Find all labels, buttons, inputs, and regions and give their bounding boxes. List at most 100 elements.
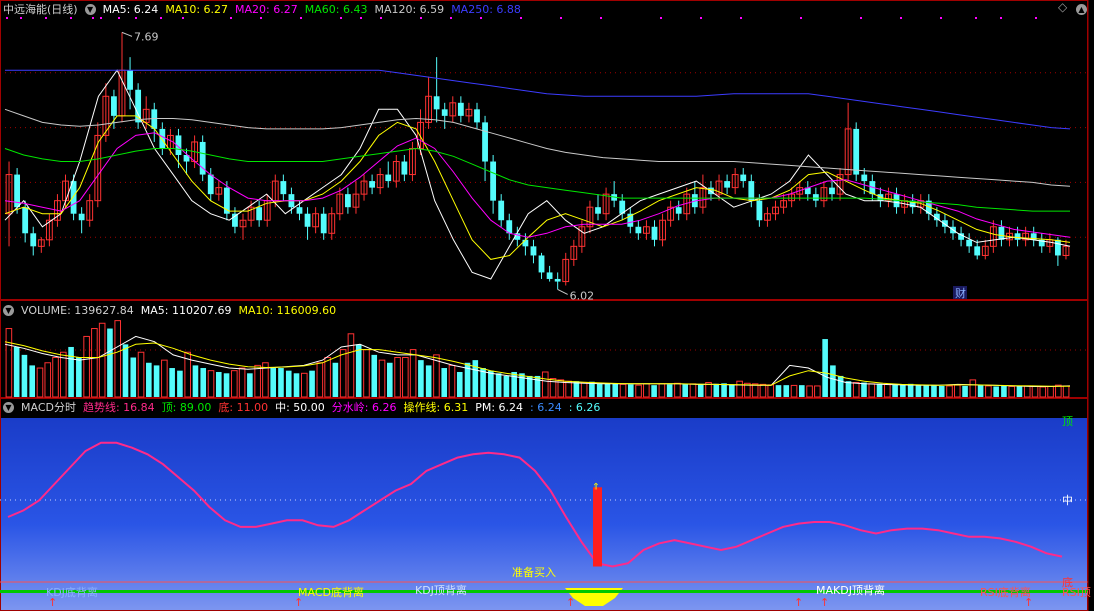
marker-dot (660, 17, 662, 19)
volume-bar (387, 362, 393, 397)
marker-dot (340, 17, 342, 19)
volume-bar (441, 368, 448, 397)
volume-bar (759, 383, 767, 398)
marker-dot (480, 17, 482, 19)
volume-frame (0, 300, 1088, 398)
volume-bar (907, 383, 914, 397)
buy-signal-arrow: ⇑ (592, 482, 600, 492)
volume-bar (580, 382, 588, 398)
marker-dot (6, 17, 8, 19)
up-arrow-icon: ↑ (48, 596, 57, 609)
volume-bar (511, 371, 517, 397)
volume-bar (573, 381, 580, 397)
volume-bar (378, 359, 386, 398)
volume-bar (619, 383, 627, 398)
volume-bar (5, 328, 13, 398)
volume-bar (425, 365, 432, 397)
volume-bar (1055, 384, 1062, 398)
volume-bar (488, 370, 494, 397)
volume-bar (146, 362, 152, 397)
mid-axis-label: 中 (1062, 494, 1073, 507)
volume-bar (316, 362, 324, 398)
marker-dot (230, 17, 232, 19)
volume-bar (36, 367, 44, 398)
volume-bar (534, 375, 541, 397)
candle-body (159, 128, 166, 149)
candle-body (22, 207, 29, 234)
high-pointer (121, 31, 133, 37)
marker-dot (135, 17, 137, 19)
volume-bar (596, 383, 603, 397)
volume-bar (953, 384, 961, 398)
candle-body (829, 187, 835, 195)
volume-bar (604, 383, 611, 397)
candle-body (385, 174, 392, 182)
volume-bar (627, 384, 634, 397)
volume-bar (1016, 385, 1023, 397)
volume-bar (876, 383, 883, 397)
up-arrow-icon: ↑ (1024, 596, 1033, 609)
volume-bar (682, 384, 688, 397)
volume-bar (643, 383, 650, 398)
candle-body (554, 278, 561, 282)
volume-bar (285, 370, 292, 397)
candle-body (635, 226, 642, 234)
volume-bar (21, 354, 28, 397)
candle-body (207, 174, 214, 195)
marker-dot (600, 17, 602, 19)
candle-body (812, 194, 819, 201)
candle-body (127, 70, 133, 90)
low-annotation: 6.02 (570, 289, 595, 300)
volume-bar (231, 370, 238, 398)
volume-bar (993, 386, 999, 397)
candle-body (457, 102, 464, 116)
volume-bar (852, 382, 860, 398)
candle-body (30, 233, 37, 247)
candle-body (441, 109, 448, 116)
candle-body (595, 207, 601, 214)
volume-bar (892, 384, 898, 397)
volume-bar (689, 383, 697, 398)
volume-bar (91, 328, 98, 398)
volume-bar (371, 354, 378, 397)
candle-body (974, 246, 981, 256)
candle-body (675, 207, 682, 214)
marker-dot (118, 17, 120, 19)
price-chart: 7.69 6.02 财 (0, 0, 1089, 300)
signal-label: RSI顶 (1062, 586, 1091, 599)
volume-bar (192, 365, 199, 397)
volume-bar (931, 385, 937, 397)
volume-bar (651, 385, 657, 397)
candle-body (256, 207, 263, 221)
up-arrow-icon: ↑ (794, 596, 803, 609)
marker-dot (940, 17, 942, 19)
macd-chart: 顶中底⇑KDJ底背离 MACD底背离 KDJ顶背离准备买入MAKDJ顶背离 RSI底背… (0, 398, 1091, 611)
volume-bar (658, 383, 666, 398)
volume-bar (107, 328, 113, 397)
marker-dot (560, 17, 562, 19)
marker-dot (860, 17, 862, 19)
marker-dot (450, 17, 452, 19)
volume-bar (1001, 385, 1007, 397)
marker-dot (160, 17, 162, 19)
candle-body (861, 174, 868, 182)
volume-bar (806, 385, 813, 398)
volume-bar (541, 371, 549, 398)
ma-line-ma5 (4, 69, 1071, 280)
volume-bar (861, 382, 867, 397)
volume-bar (666, 384, 673, 397)
volume-bar (418, 360, 424, 397)
marker-dot (1000, 17, 1002, 19)
volume-bar (736, 380, 743, 398)
volume-bar (729, 384, 735, 397)
candle-body (369, 181, 376, 188)
candle-body (320, 213, 327, 234)
volume-bar (76, 357, 82, 397)
marker-dot (300, 17, 302, 19)
volume-bar (985, 385, 992, 398)
volume-bar (98, 322, 106, 398)
candle-body (1014, 233, 1021, 240)
signal-label: 准备买入 (512, 565, 556, 579)
volume-chart (0, 300, 1089, 398)
volume-bar (923, 384, 929, 397)
